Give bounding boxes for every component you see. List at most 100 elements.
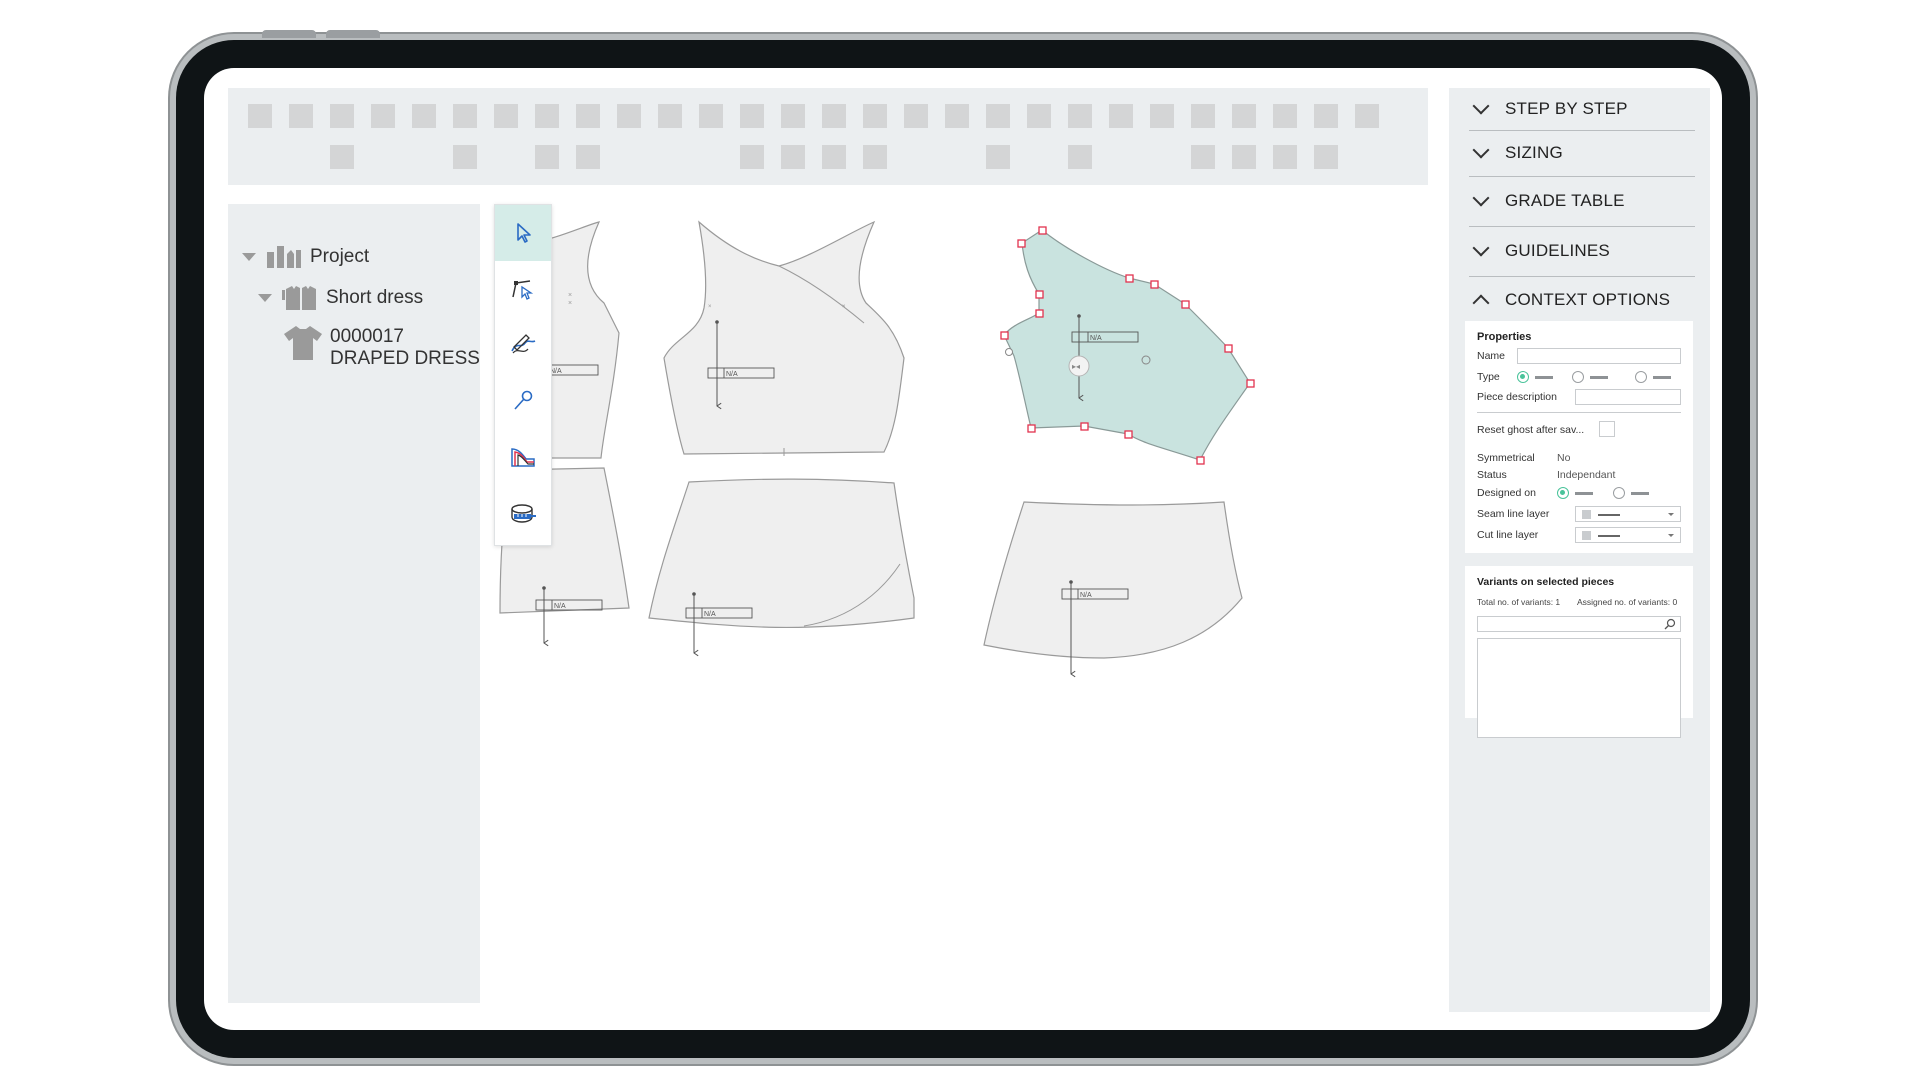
toolbar-button[interactable] — [1314, 104, 1338, 128]
toolbar-button[interactable] — [1232, 145, 1256, 169]
curve-tool[interactable] — [495, 317, 551, 373]
pattern-piece-bodice-selected[interactable]: N/A ▸◂ — [1000, 226, 1255, 465]
variants-search-input[interactable] — [1477, 616, 1681, 632]
toolbar-button[interactable] — [576, 145, 600, 169]
toolbar-button[interactable] — [1150, 104, 1174, 128]
seam-line-layer-select[interactable] — [1575, 506, 1681, 522]
designed-on-radio-2[interactable] — [1613, 487, 1625, 499]
toolbar-button[interactable] — [904, 104, 928, 128]
point-tool[interactable] — [495, 261, 551, 317]
toolbar-button[interactable] — [822, 104, 846, 128]
toolbar-button[interactable] — [453, 104, 477, 128]
toolbar-button[interactable] — [576, 104, 600, 128]
toolbar-button[interactable] — [863, 104, 887, 128]
device-button — [326, 30, 380, 38]
toolbar-button[interactable] — [330, 145, 354, 169]
dropdown-arrow-icon — [1668, 513, 1674, 516]
toolbar-button[interactable] — [699, 104, 723, 128]
toolbar-button[interactable] — [945, 104, 969, 128]
chevron-down-icon — [1472, 239, 1490, 257]
section-label: GUIDELINES — [1505, 241, 1610, 260]
pattern-piece-skirt-right[interactable]: N/A — [983, 501, 1243, 674]
toolbar-button[interactable] — [617, 104, 641, 128]
variants-list[interactable] — [1477, 638, 1681, 738]
select-tool[interactable] — [495, 205, 551, 261]
type-radio-1[interactable] — [1517, 371, 1529, 383]
cut-line-layer-select[interactable] — [1575, 527, 1681, 543]
toolbar-button[interactable] — [1273, 104, 1297, 128]
toolbar-button[interactable] — [371, 104, 395, 128]
toolbar-button[interactable] — [1027, 104, 1051, 128]
section-guidelines[interactable]: GUIDELINES — [1469, 226, 1695, 277]
toolbar-button[interactable] — [330, 104, 354, 128]
toolbar-button[interactable] — [1355, 104, 1379, 128]
device-button — [262, 30, 316, 38]
reset-ghost-label: Reset ghost after sav... — [1477, 424, 1585, 436]
chevron-down-icon — [1472, 97, 1490, 115]
toolbar-button[interactable] — [1273, 145, 1297, 169]
type-radio-2[interactable] — [1572, 371, 1584, 383]
type-option-3-line — [1653, 376, 1671, 379]
top-toolbar — [228, 88, 1428, 185]
tree-label-piece: 0000017 DRAPED DRESS — [330, 326, 480, 370]
toolbar-button[interactable] — [1191, 145, 1215, 169]
designed-on-option-2-line — [1631, 492, 1649, 495]
toolbar-button[interactable] — [822, 145, 846, 169]
pattern-canvas[interactable]: × × N/A N/A × × N/A N/A N/A ▸◂ N/A — [464, 208, 1444, 988]
name-input[interactable] — [1517, 348, 1681, 364]
toolbar-button[interactable] — [535, 145, 559, 169]
type-option-1-line — [1535, 376, 1553, 379]
variants-card: Variants on selected pieces Total no. of… — [1465, 566, 1693, 738]
grading-tool[interactable] — [495, 429, 551, 485]
chevron-up-icon — [1472, 294, 1490, 312]
svg-text:×: × — [708, 304, 712, 310]
tool-strip — [494, 204, 552, 546]
pattern-piece-bodice-front[interactable]: × × N/A — [663, 220, 905, 456]
pin-icon — [514, 390, 533, 410]
type-label: Type — [1477, 371, 1500, 383]
toolbar-button[interactable] — [863, 145, 887, 169]
toolbar-button[interactable] — [494, 104, 518, 128]
collapse-caret-icon[interactable] — [242, 253, 256, 261]
toolbar-button[interactable] — [781, 104, 805, 128]
section-grade-table[interactable]: GRADE TABLE — [1469, 176, 1695, 227]
tree-item-project[interactable]: Project — [242, 246, 369, 268]
reset-ghost-checkbox[interactable] — [1599, 421, 1615, 437]
section-sizing[interactable]: SIZING — [1469, 130, 1695, 177]
toolbar-button[interactable] — [986, 104, 1010, 128]
pin-tool[interactable] — [495, 373, 551, 429]
toolbar-button[interactable] — [1314, 145, 1338, 169]
toolbar-button[interactable] — [1068, 145, 1092, 169]
tree-label-project: Project — [310, 246, 370, 267]
toolbar-button[interactable] — [658, 104, 682, 128]
pattern-piece-skirt-front[interactable]: N/A — [648, 478, 915, 653]
designed-on-radio-1[interactable] — [1557, 487, 1569, 499]
toolbar-button[interactable] — [1191, 104, 1215, 128]
toolbar-button[interactable] — [289, 104, 313, 128]
toolbar-button[interactable] — [1232, 104, 1256, 128]
section-step-by-step[interactable]: STEP BY STEP — [1469, 88, 1695, 131]
toolbar-button[interactable] — [986, 145, 1010, 169]
section-context-options[interactable]: CONTEXT OPTIONS — [1469, 280, 1695, 320]
item-name: DRAPED DRESS — [330, 348, 480, 369]
type-radio-3[interactable] — [1635, 371, 1647, 383]
toolbar-button[interactable] — [740, 145, 764, 169]
type-option-2-line — [1590, 376, 1608, 379]
project-tree: Project Short dress 0000017 DRAPED DRESS — [228, 204, 480, 1003]
svg-text:×: × — [568, 300, 572, 307]
measure-tool[interactable] — [495, 485, 551, 541]
toolbar-button[interactable] — [1068, 104, 1092, 128]
toolbar-button[interactable] — [740, 104, 764, 128]
toolbar-button[interactable] — [412, 104, 436, 128]
toolbar-button[interactable] — [453, 145, 477, 169]
tree-item-style[interactable]: Short dress — [258, 286, 423, 310]
toolbar-button[interactable] — [781, 145, 805, 169]
toolbar-button[interactable] — [1109, 104, 1133, 128]
svg-text:▸◂: ▸◂ — [1072, 362, 1080, 371]
piece-description-input[interactable] — [1575, 389, 1681, 405]
collapse-caret-icon[interactable] — [258, 294, 272, 302]
tree-item-piece[interactable]: 0000017 DRAPED DRESS — [284, 326, 480, 370]
toolbar-button[interactable] — [535, 104, 559, 128]
tablet-device: Project Short dress 0000017 DRAPED DRESS — [176, 30, 1750, 1058]
toolbar-button[interactable] — [248, 104, 272, 128]
